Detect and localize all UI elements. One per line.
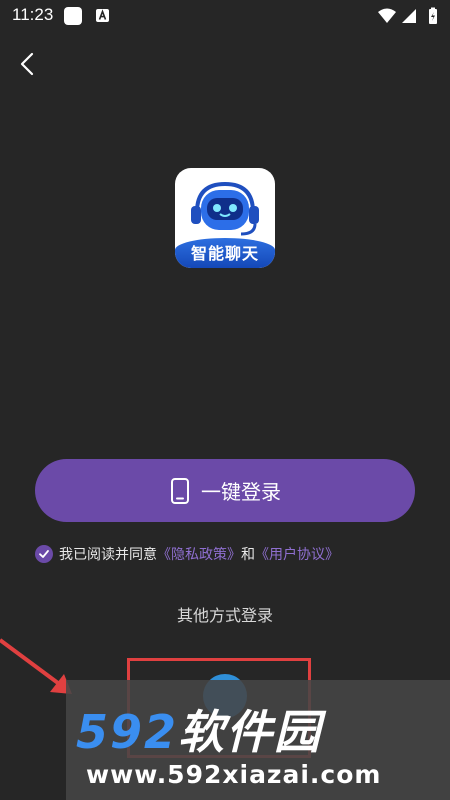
back-button[interactable] [12, 48, 44, 80]
status-time: 11:23 [12, 5, 54, 24]
font-notification-icon [96, 9, 109, 22]
watermark-url: www.592xiazai.com [86, 760, 382, 789]
agreement-conjunction: 和 [241, 547, 255, 563]
agreement-prefix: 我已阅读并同意 [59, 547, 157, 563]
user-agreement-link[interactable]: 《用户协议》 [255, 544, 339, 564]
privacy-policy-link[interactable]: 《隐私政策》 [157, 544, 241, 564]
one-click-login-button[interactable]: 一键登录 [35, 459, 415, 522]
status-icons [378, 7, 437, 24]
watermark-name: 软件园 [178, 705, 323, 759]
watermark-number: 592 [76, 705, 179, 759]
status-bar: 11:23 [0, 0, 450, 32]
watermark-logo: 592软件园 [76, 696, 322, 762]
app-logo-text: 智能聊天 [190, 244, 259, 263]
app-logo: 智能聊天 [175, 168, 275, 268]
one-click-login-label: 一键登录 [201, 480, 281, 504]
wifi-icon [378, 8, 396, 23]
notification-icon [64, 7, 82, 25]
signal-icon [402, 9, 416, 23]
agreement-row: 我已阅读并同意 《隐私政策》 和 《用户协议》 [35, 543, 339, 565]
other-login-label: 其他方式登录 [176, 606, 273, 625]
agree-checkbox[interactable] [35, 545, 53, 563]
watermark: 592软件园 www.592xiazai.com [66, 680, 450, 800]
check-icon [39, 550, 49, 558]
phone-icon [171, 477, 189, 504]
back-arrow-icon [20, 52, 34, 76]
